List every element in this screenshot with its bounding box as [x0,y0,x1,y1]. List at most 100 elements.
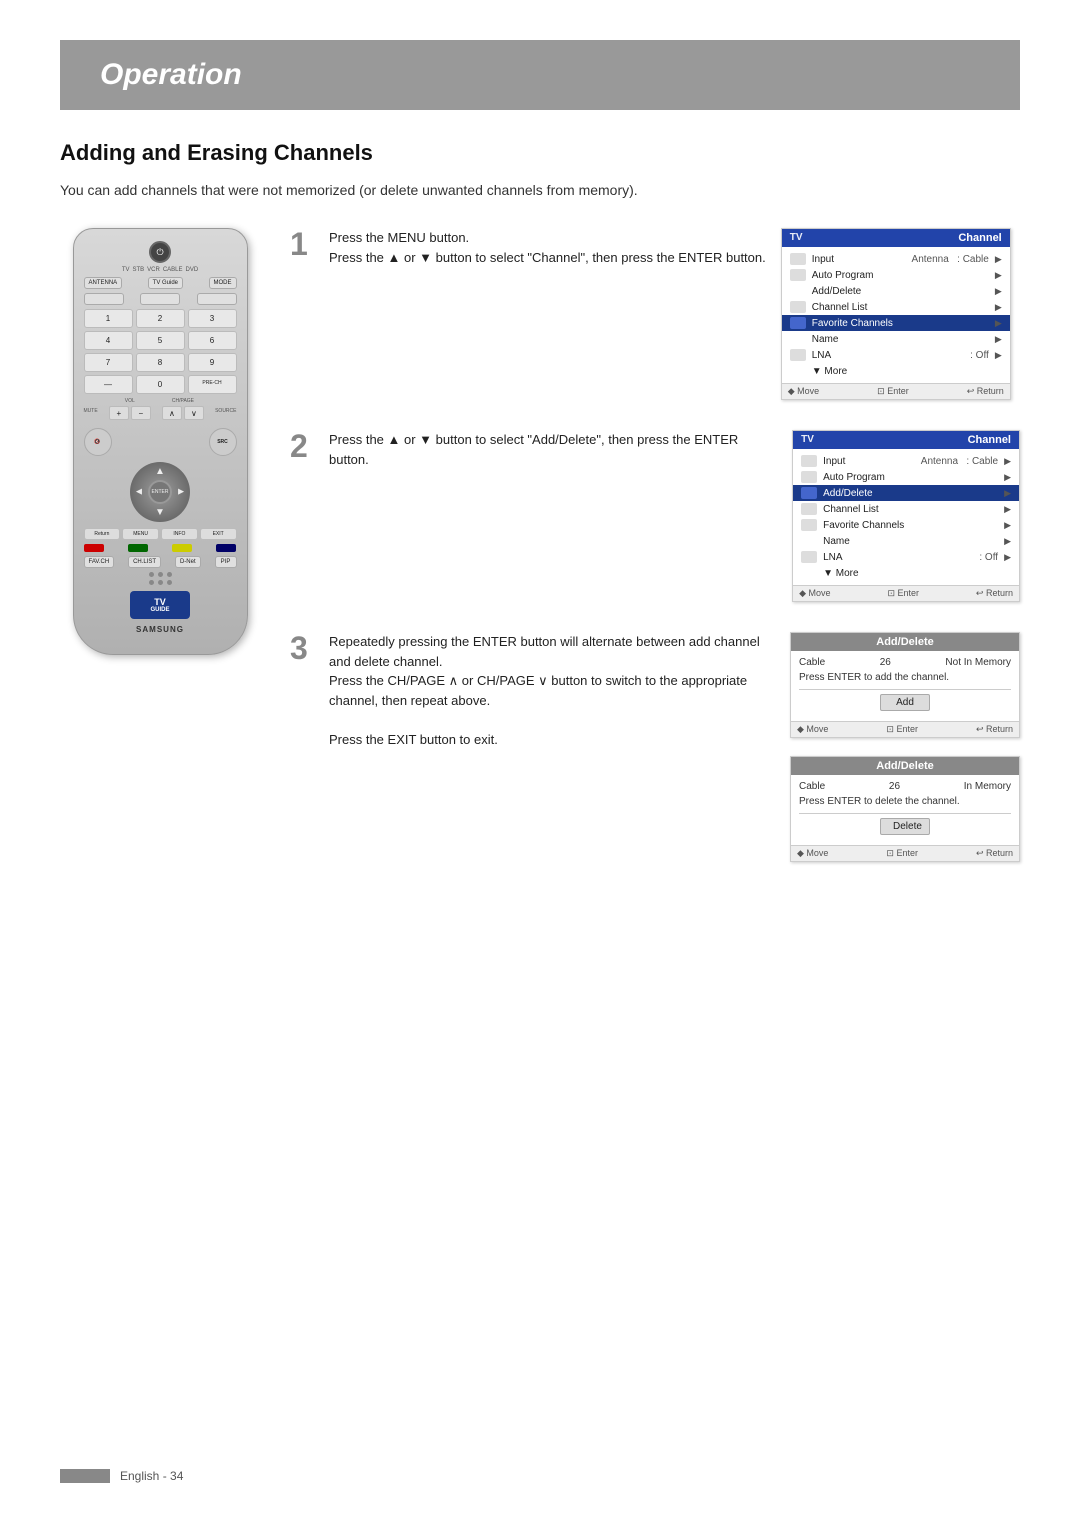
tv-label-2: TV [801,434,814,446]
vol-down[interactable]: − [131,406,151,420]
menu-button[interactable]: MENU [122,528,159,540]
step-2-block: 2 Press the ▲ or ▼ button to select "Add… [290,430,1020,612]
top-buttons-row: ANTENNA TV Guide MODE [84,277,237,289]
delete-button[interactable]: Delete [880,818,930,835]
channel-icon-1 [790,317,806,329]
ch-page-label: CH/PAGE [172,398,194,404]
number-grid: 1 2 3 4 5 6 7 8 9 — 0 PRE-CH [84,309,237,394]
channel-panel-1-footer: ◆ Move ⊡ Enter ↩ Return [782,383,1010,399]
menu-row-favorite-2: Favorite Channels ▶ [793,517,1019,533]
nav-right-arrow[interactable]: ► [176,487,186,498]
fav-ch-button[interactable]: FAV.CH [84,556,115,568]
menu-row-lna-1: LNA : Off ▶ [782,347,1010,363]
channel-title-2: Channel [968,434,1011,446]
fav-arrow-1: ▶ [995,318,1002,329]
tv-label-1: TV [790,232,803,244]
more-spacer-1 [790,365,806,377]
remote-control: ⏻ TV STB VCR CABLE DVD ANTENNA TV Guide … [73,228,248,655]
cable-label-2: Cable [799,781,825,792]
num-6[interactable]: 6 [188,331,237,350]
num-9[interactable]: 9 [188,353,237,372]
mute-button[interactable]: 🔇 [84,428,112,456]
picture-icon-2 [801,471,817,483]
num-0[interactable]: 0 [136,375,185,394]
add-delete-footer-1: ◆ Move ⊡ Enter ↩ Return [791,721,1019,737]
mode-dvd: DVD [186,267,199,273]
func-btn-3[interactable] [197,293,237,305]
channel-menu-panel-2: TV Channel Input Antenna : Cable ▶ Auto [792,430,1020,602]
num-1[interactable]: 1 [84,309,133,328]
step-1-number: 1 [290,228,314,260]
enter-button[interactable]: ENTER [148,480,172,504]
input-icon-1 [790,253,806,265]
add-divider-1 [799,689,1011,690]
num-3[interactable]: 3 [188,309,237,328]
func-btn-1[interactable] [84,293,124,305]
input-label-1: Input [812,254,906,265]
d-net-button[interactable]: D-Net [175,556,201,568]
add-delete-info-1: Cable 26 Not In Memory [799,657,1011,668]
pre-ch-button[interactable]: PRE-CH [188,375,237,394]
section-title: Adding and Erasing Channels [60,140,1020,166]
menu-row-input-1: Input Antenna : Cable ▶ [782,251,1010,267]
antenna-button[interactable]: ANTENNA [84,277,123,289]
indicator-dots-2 [84,580,237,585]
mute-label: MUTE [84,408,98,414]
remote-container: ⏻ TV STB VCR CABLE DVD ANTENNA TV Guide … [60,228,260,655]
auto-program-label-2: Auto Program [823,472,998,483]
intro-text: You can add channels that were not memor… [60,182,1020,198]
channel-panel-2-header: TV Channel [793,431,1019,449]
yellow-button[interactable] [172,544,192,552]
memory-status-2: In Memory [964,781,1011,792]
lna-val-2: : Off [979,552,998,563]
blue-button[interactable] [216,544,236,552]
func-btn-2[interactable] [140,293,180,305]
num-5[interactable]: 5 [136,331,185,350]
lna-arrow-1: ▶ [995,350,1002,361]
add-delete-label-1: Add/Delete [812,286,989,297]
nav-left-arrow[interactable]: ◄ [134,487,144,498]
info-button[interactable]: INFO [161,528,198,540]
menu-row-lna-2: LNA : Off ▶ [793,549,1019,565]
num-7[interactable]: 7 [84,353,133,372]
exit-button[interactable]: EXIT [200,528,237,540]
memory-status-1: Not In Memory [945,657,1011,668]
nav-down-arrow[interactable]: ▼ [155,507,165,518]
green-button[interactable] [128,544,148,552]
num-2[interactable]: 2 [136,309,185,328]
return-button[interactable]: Return [84,528,121,540]
ch-down[interactable]: ∨ [184,406,204,420]
navigation-circle[interactable]: ▲ ▼ ◄ ► ENTER [130,462,190,522]
ch-list-button[interactable]: CH.LIST [128,556,161,568]
name-arrow-1: ▶ [995,334,1002,345]
add-footer-return: ↩ Return [976,724,1013,735]
source-label: SOURCE [215,408,236,414]
add-button[interactable]: Add [880,694,930,711]
footer-text: English - 34 [120,1469,183,1483]
ch-up[interactable]: ∧ [162,406,182,420]
vol-up[interactable]: + [109,406,129,420]
channel-panel-2-body: Input Antenna : Cable ▶ Auto Program ▶ A… [793,449,1019,585]
num-8[interactable]: 8 [136,353,185,372]
auto-arrow-2: ▶ [1004,472,1011,483]
footer-move-1: ◆ Move [788,386,819,397]
step-2-text: Press the ▲ or ▼ button to select "Add/D… [329,430,777,469]
lna-arrow-2: ▶ [1004,552,1011,563]
del-footer-move: ◆ Move [797,848,828,859]
menu-row-more-1: ▼ More [782,363,1010,379]
num-4[interactable]: 4 [84,331,133,350]
source-button[interactable]: SRC [209,428,237,456]
picture-icon-1 [790,269,806,281]
num-dash[interactable]: — [84,375,133,394]
mode-button[interactable]: MODE [209,277,237,289]
nav-up-arrow[interactable]: ▲ [155,466,165,477]
menu-row-input-2: Input Antenna : Cable ▶ [793,453,1019,469]
name-spacer-2 [801,535,817,547]
footer-return-1: ↩ Return [967,386,1004,397]
tv-guide-button[interactable]: TV Guide [148,277,183,289]
power-button[interactable]: ⏻ [149,241,171,263]
pip-button[interactable]: PIP [215,556,237,568]
mode-vcr: VCR [147,267,160,273]
red-button[interactable] [84,544,104,552]
footer-move-2: ◆ Move [799,588,830,599]
